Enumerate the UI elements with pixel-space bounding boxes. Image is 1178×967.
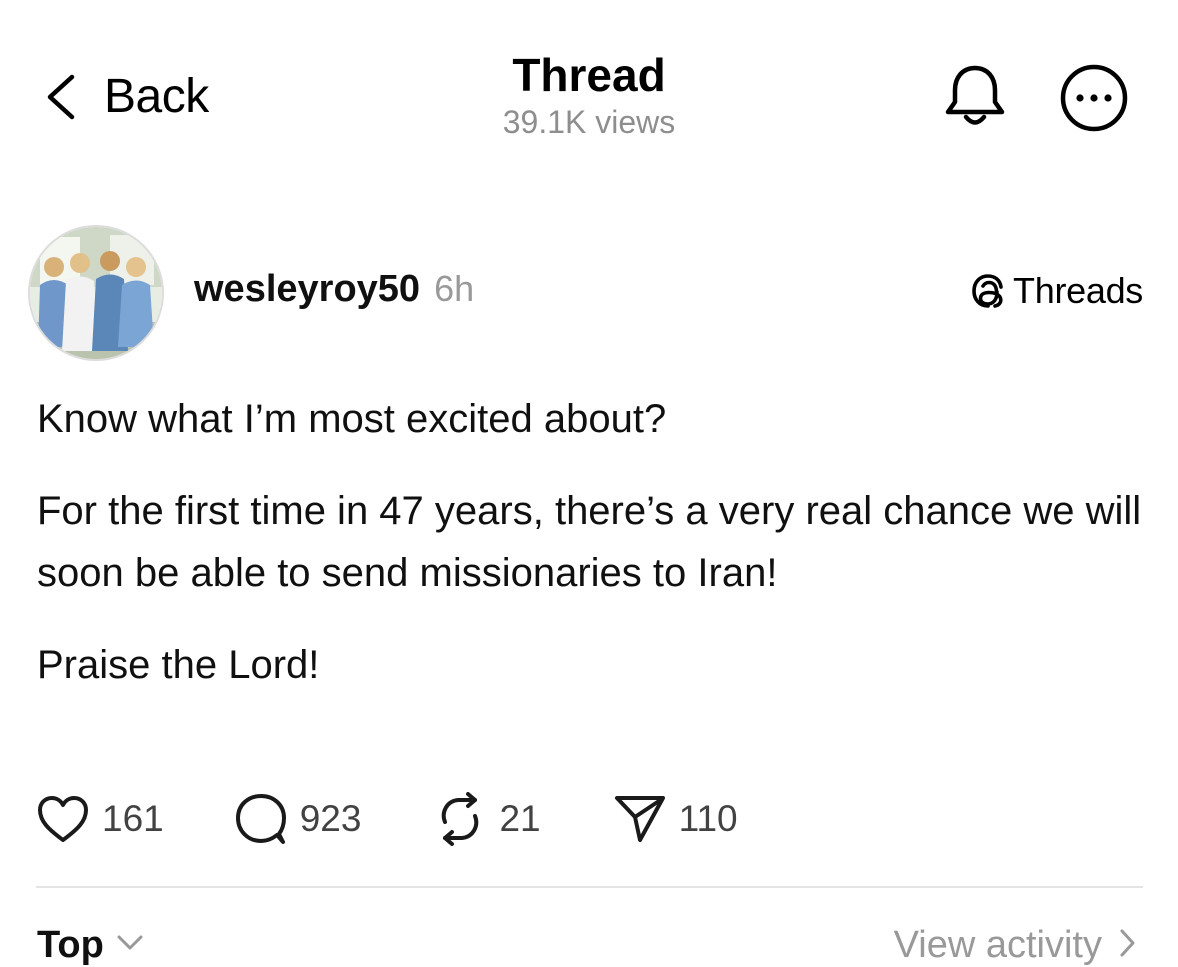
reply-button[interactable]: 923	[234, 792, 362, 846]
threads-logo-icon	[969, 272, 1007, 310]
repost-count: 21	[499, 798, 541, 839]
post-paragraph: Praise the Lord!	[37, 643, 320, 687]
chevron-right-icon	[1118, 928, 1136, 963]
heart-icon	[36, 794, 90, 844]
repost-icon	[433, 792, 487, 846]
like-count: 161	[102, 798, 164, 839]
post-paragraph: Know what I’m most excited about?	[37, 397, 667, 441]
comment-icon	[234, 792, 288, 846]
like-button[interactable]: 161	[36, 794, 164, 844]
send-icon	[613, 792, 667, 846]
share-button[interactable]: 110	[613, 792, 738, 846]
author-avatar[interactable]	[30, 227, 162, 359]
post-paragraph: For the first time in 47 years, there’s …	[37, 489, 1142, 595]
repost-button[interactable]: 21	[433, 792, 541, 846]
more-options-button[interactable]	[1056, 62, 1132, 138]
sort-label: Top	[37, 924, 104, 966]
post-timestamp: 6h	[434, 268, 475, 309]
divider	[36, 886, 1143, 888]
sort-dropdown[interactable]: Top	[37, 924, 144, 967]
avatar-photo	[30, 227, 162, 359]
notifications-button[interactable]	[940, 62, 1010, 132]
post-text: Know what I’m most excited about? For th…	[37, 388, 1147, 726]
share-count: 110	[678, 798, 738, 839]
author-username[interactable]: wesleyroy50	[194, 268, 420, 311]
view-activity-label: View activity	[893, 924, 1102, 966]
threads-badge-label: Threads	[1013, 270, 1143, 311]
view-activity-link[interactable]: View activity	[894, 924, 1136, 967]
bell-icon	[940, 65, 1010, 136]
post-meta: wesleyroy50 6h	[194, 268, 474, 311]
threads-badge[interactable]: Threads	[969, 270, 1143, 312]
reply-count: 923	[299, 798, 362, 839]
more-options-icon	[1056, 64, 1132, 142]
chevron-down-icon	[116, 933, 144, 958]
post-actions: 161 923 21 110	[36, 790, 738, 848]
